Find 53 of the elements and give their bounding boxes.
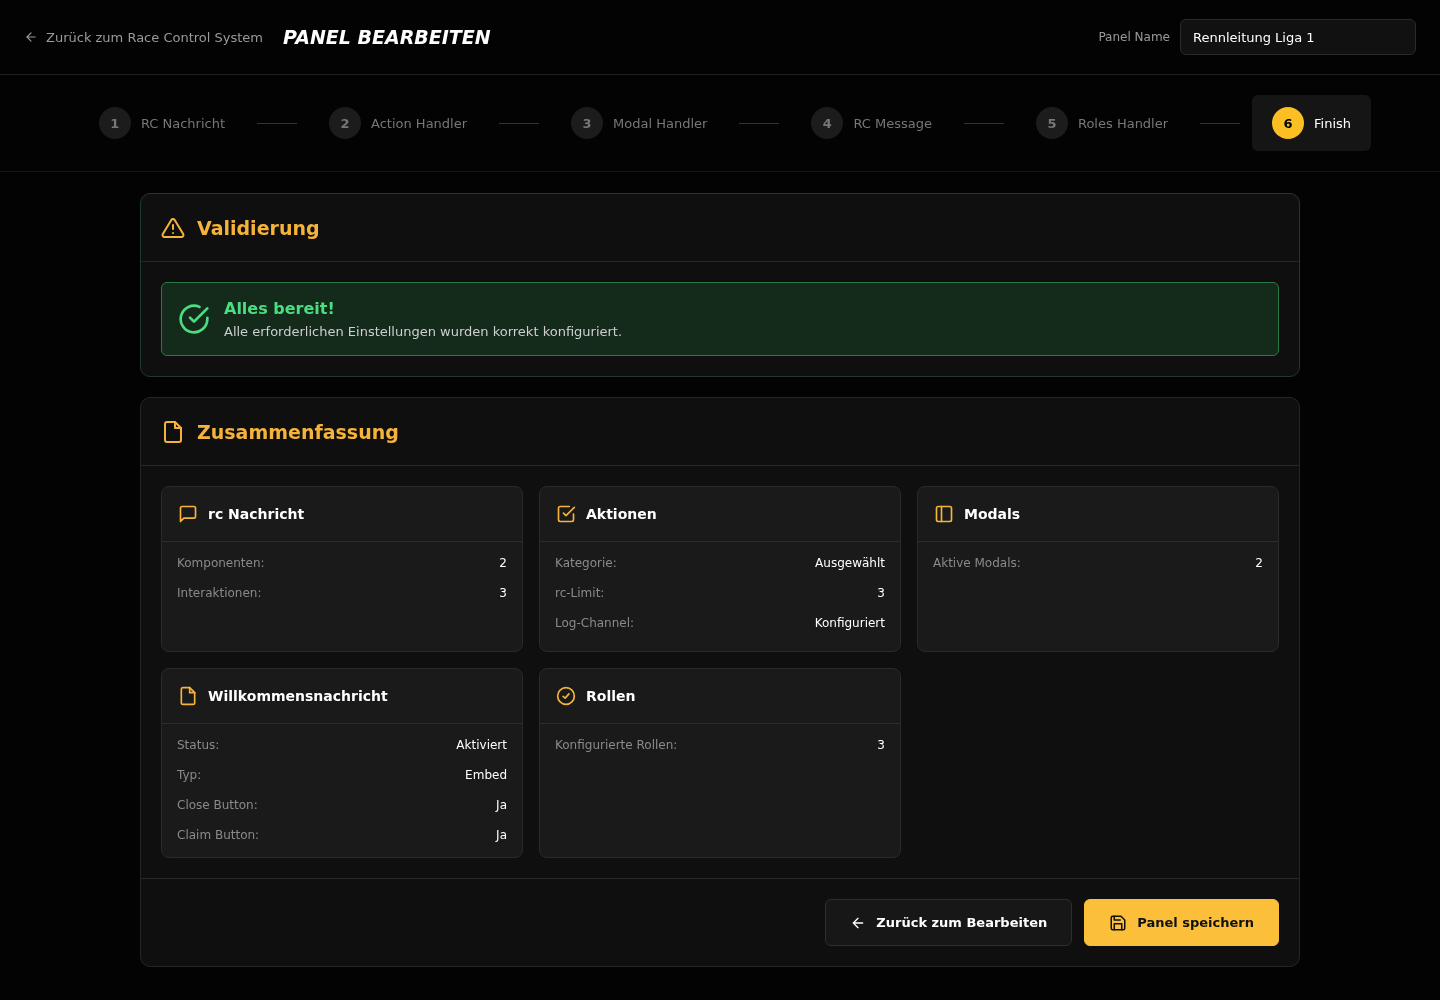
row-label: Log-Channel:	[555, 615, 635, 632]
step-tab[interactable]: 3 Modal Handler	[551, 95, 728, 151]
step-tab[interactable]: 1 RC Nachricht	[78, 95, 245, 151]
card-title: Modals	[964, 506, 1021, 522]
back-link[interactable]: Zurück zum Race Control System	[24, 29, 263, 45]
row-label: Claim Button:	[177, 827, 260, 844]
row-label: Aktive Modals:	[933, 555, 1021, 572]
card-title: Rollen	[586, 688, 636, 704]
row-value: Aktiviert	[456, 737, 507, 754]
card-title: rc Nachricht	[208, 506, 305, 522]
step-tab[interactable]: 6 Finish	[1252, 95, 1372, 151]
panel-name-label: Panel Name	[1098, 30, 1170, 44]
check-circle-icon	[178, 303, 210, 335]
row-value: Ausgewählt	[815, 555, 885, 572]
row-value: Ja	[496, 827, 507, 844]
row-value: Konfiguriert	[814, 615, 885, 632]
chat-icon	[178, 504, 198, 524]
step-tab[interactable]: 5 Roles Handler	[1015, 95, 1189, 151]
step-tab[interactable]: 4 RC Message	[791, 95, 952, 151]
row-label: Status:	[177, 737, 220, 754]
row-label: rc-Limit:	[555, 585, 605, 602]
row-label: Typ:	[177, 767, 202, 784]
file-icon	[161, 419, 185, 444]
validation-title: Validierung	[197, 216, 320, 239]
row-value: Ja	[496, 797, 507, 814]
row-label: Konfigurierte Rollen:	[555, 737, 678, 754]
panel-name-field[interactable]: Rennleitung Liga 1	[1180, 19, 1416, 55]
panel-icon	[934, 504, 954, 524]
card-title: Willkommensnachricht	[208, 688, 388, 704]
checkbox-icon	[556, 504, 576, 524]
row-value: 2	[1255, 555, 1263, 572]
row-label: Interaktionen:	[177, 585, 262, 602]
arrow-left-icon	[24, 30, 38, 44]
row-label: Close Button:	[177, 797, 258, 814]
row-value: 3	[499, 585, 507, 602]
card-title: Aktionen	[586, 506, 657, 522]
row-value: 2	[499, 555, 507, 572]
row-label: Komponenten:	[177, 555, 265, 572]
row-value: Embed	[465, 767, 507, 784]
save-icon	[1109, 913, 1128, 932]
save-panel-button[interactable]: Panel speichern	[1084, 899, 1279, 946]
page-title: PANEL BEARBEITEN	[283, 26, 491, 48]
file-icon	[178, 686, 198, 706]
summary-title: Zusammenfassung	[197, 420, 399, 443]
row-label: Kategorie:	[555, 555, 617, 572]
row-value: 3	[877, 585, 885, 602]
row-value: 3	[877, 737, 885, 754]
warning-icon	[161, 215, 185, 240]
back-to-edit-button[interactable]: Zurück zum Bearbeiten	[825, 899, 1073, 946]
success-title: Alles bereit!	[224, 299, 336, 318]
success-message: Alle erforderlichen Einstellungen wurden korrekt konfiguriert.	[224, 324, 623, 339]
check-circle-icon	[556, 686, 576, 706]
step-tab[interactable]: 2 Action Handler	[309, 95, 488, 151]
